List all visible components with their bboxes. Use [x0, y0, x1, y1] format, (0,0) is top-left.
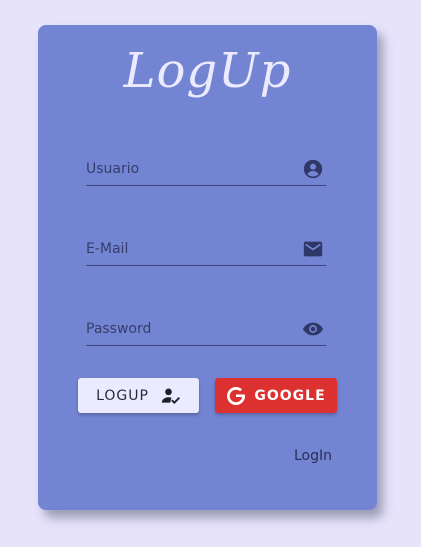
email-icon [303, 241, 323, 257]
google-button-label: GOOGLE [254, 387, 326, 404]
username-field[interactable] [86, 153, 326, 186]
person-check-icon [161, 388, 180, 404]
google-button[interactable]: GOOGLE [215, 378, 337, 413]
password-field[interactable] [86, 313, 326, 346]
login-link[interactable]: LogIn [294, 448, 332, 464]
email-input[interactable] [86, 237, 281, 261]
username-input[interactable] [86, 157, 281, 181]
email-field[interactable] [86, 233, 326, 266]
logup-card: LogUp LOGUP [38, 25, 377, 510]
eye-icon[interactable] [302, 318, 324, 340]
logup-button-label: LOGUP [96, 387, 149, 404]
password-input[interactable] [86, 317, 281, 341]
google-icon [227, 386, 246, 405]
form-title: LogUp [123, 43, 292, 99]
logup-button[interactable]: LOGUP [78, 378, 199, 413]
account-circle-icon [303, 159, 323, 179]
